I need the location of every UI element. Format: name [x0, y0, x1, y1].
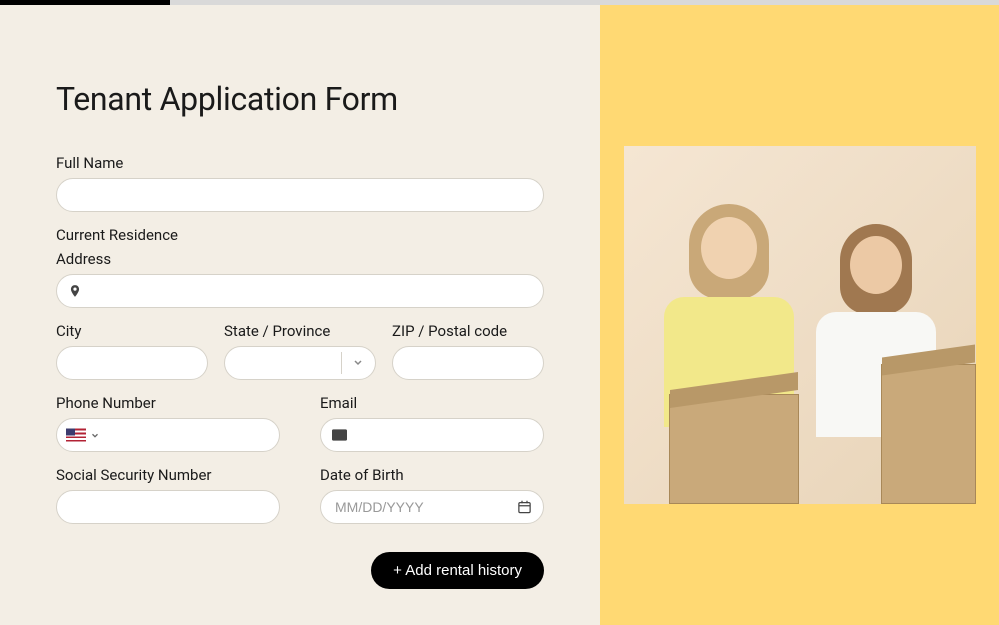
page-title: Tenant Application Form [56, 80, 544, 118]
moving-box-right [881, 364, 976, 504]
full-name-input[interactable] [56, 178, 544, 212]
chevron-down-icon[interactable] [352, 354, 364, 373]
calendar-icon[interactable] [517, 500, 532, 515]
ssn-label: Social Security Number [56, 466, 280, 484]
email-icon [332, 429, 347, 441]
chevron-down-icon [90, 430, 100, 440]
moving-box-left [669, 394, 799, 504]
email-input[interactable] [320, 418, 544, 452]
country-code-selector[interactable] [66, 429, 100, 442]
hero-image [624, 146, 976, 504]
full-name-label: Full Name [56, 154, 544, 172]
select-divider [341, 352, 342, 374]
current-residence-label: Current Residence [56, 226, 544, 244]
dob-label: Date of Birth [320, 466, 544, 484]
state-label: State / Province [224, 322, 376, 340]
email-label: Email [320, 394, 544, 412]
add-rental-history-button[interactable]: + Add rental history [371, 552, 544, 589]
zip-label: ZIP / Postal code [392, 322, 544, 340]
address-label: Address [56, 250, 544, 268]
city-label: City [56, 322, 208, 340]
location-pin-icon [68, 283, 82, 299]
zip-input[interactable] [392, 346, 544, 380]
dob-input[interactable] [320, 490, 544, 524]
phone-label: Phone Number [56, 394, 280, 412]
address-input[interactable] [56, 274, 544, 308]
ssn-input[interactable] [56, 490, 280, 524]
form-panel: Tenant Application Form Full Name Curren… [0, 0, 600, 625]
flag-us-icon [66, 429, 86, 442]
city-input[interactable] [56, 346, 208, 380]
progress-bar [0, 0, 999, 5]
progress-fill [0, 0, 170, 5]
hero-panel [600, 0, 999, 625]
